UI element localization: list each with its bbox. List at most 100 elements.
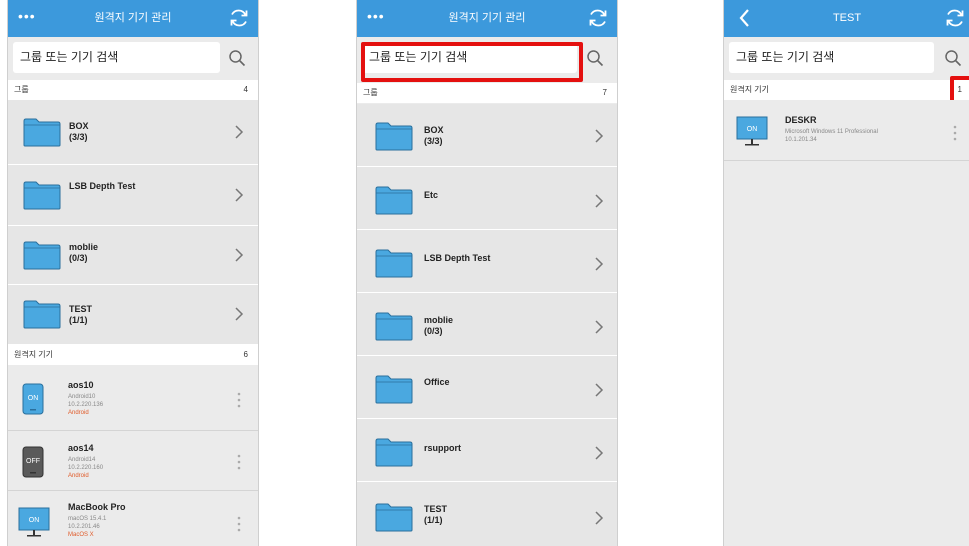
device-row-aos10[interactable]: ON aos10 Android10 10.2.220.136 Android xyxy=(8,366,258,431)
search-bar: 그룹 또는 기기 검색 xyxy=(8,37,258,80)
devices-section-header: 원격지 기기 1 xyxy=(724,80,969,100)
group-row-rsupport[interactable]: rsupport xyxy=(357,419,617,482)
chevron-right-icon xyxy=(594,129,604,143)
panel-group-search-highlight: ••• 원격지 기기 관리 그룹 또는 기기 검색 그룹 7 BOX (3/3)… xyxy=(356,0,618,546)
device-row-aos14[interactable]: OFF aos14 Android14 10.2.220.160 Android xyxy=(8,431,258,491)
device-os: Android14 xyxy=(68,457,96,463)
device-status-text: OFF xyxy=(26,458,40,465)
groups-section-label: 그룹 xyxy=(363,88,378,97)
folder-icon xyxy=(375,185,413,215)
panel-test-group-devices: TEST 그룹 또는 기기 검색 원격지 기기 1 ON DESKR Micro… xyxy=(723,0,969,546)
groups-section-header: 그룹 4 xyxy=(8,80,258,100)
search-icon[interactable] xyxy=(228,49,246,67)
group-name: LSB Depth Test xyxy=(69,181,136,191)
group-row-lsb-depth-test[interactable]: LSB Depth Test xyxy=(8,165,258,226)
group-name: moblie xyxy=(69,242,99,252)
chevron-right-icon xyxy=(234,188,244,202)
search-input[interactable]: 그룹 또는 기기 검색 xyxy=(13,42,220,73)
chevron-right-icon xyxy=(594,320,604,334)
more-options-icon[interactable] xyxy=(237,453,241,471)
refresh-icon[interactable] xyxy=(228,7,250,29)
device-status-text: ON xyxy=(28,395,39,402)
group-row-test[interactable]: TEST (1/1) xyxy=(8,285,258,345)
group-row-box[interactable]: BOX (3/3) xyxy=(8,100,258,165)
chevron-right-icon xyxy=(594,446,604,460)
group-count: (0/3) xyxy=(424,326,443,336)
group-name: moblie xyxy=(424,315,454,325)
device-name: aos14 xyxy=(68,443,94,453)
folder-icon xyxy=(375,311,413,341)
groups-count: 7 xyxy=(602,88,607,97)
groups-count: 4 xyxy=(243,85,248,94)
more-options-icon[interactable] xyxy=(953,124,957,142)
page-title: 원격지 기기 관리 xyxy=(94,12,172,24)
device-name: MacBook Pro xyxy=(68,502,126,512)
group-row-etc[interactable]: Etc xyxy=(357,167,617,230)
folder-icon xyxy=(23,180,61,210)
folder-icon xyxy=(23,117,61,147)
chevron-right-icon xyxy=(234,125,244,139)
device-ip: 10.2.220.136 xyxy=(68,402,104,408)
folder-icon xyxy=(23,299,61,329)
group-name: TEST xyxy=(69,304,93,314)
group-row-test[interactable]: TEST (1/1) xyxy=(357,482,617,546)
device-row-macbook-pro[interactable]: ON MacBook Pro macOS 15.4.1 10.2.201.46 … xyxy=(8,491,258,546)
device-row-deskr[interactable]: ON DESKR Microsoft Windows 11 Profession… xyxy=(724,100,969,161)
group-name: Office xyxy=(424,377,450,387)
folder-icon xyxy=(375,121,413,151)
phone-on-icon: ON xyxy=(22,383,44,415)
folder-icon xyxy=(375,502,413,532)
search-input[interactable]: 그룹 또는 기기 검색 xyxy=(729,42,934,73)
search-placeholder: 그룹 또는 기기 검색 xyxy=(736,50,835,64)
monitor-on-icon: ON xyxy=(736,116,768,146)
folder-icon xyxy=(23,240,61,270)
group-name: rsupport xyxy=(424,443,461,453)
device-ip: 10.2.201.46 xyxy=(68,524,100,530)
device-platform: Android xyxy=(68,410,89,416)
chevron-right-icon xyxy=(234,248,244,262)
device-name: DESKR xyxy=(785,115,817,125)
app-bar: ••• 원격지 기기 관리 xyxy=(8,0,258,37)
panel-remote-device-management: ••• 원격지 기기 관리 그룹 또는 기기 검색 그룹 4 BOX (3/3)… xyxy=(7,0,259,546)
device-platform: MacOS X xyxy=(68,532,94,538)
search-bar: 그룹 또는 기기 검색 xyxy=(724,37,969,80)
search-icon[interactable] xyxy=(944,49,962,67)
group-name: TEST xyxy=(424,504,448,514)
refresh-icon[interactable] xyxy=(587,7,609,29)
group-row-office[interactable]: Office xyxy=(357,356,617,419)
page-title: 원격지 기기 관리 xyxy=(448,12,526,24)
folder-icon xyxy=(375,248,413,278)
device-ip: 10.1.201.34 xyxy=(785,137,817,143)
group-row-box[interactable]: BOX (3/3) xyxy=(357,104,617,167)
group-name: LSB Depth Test xyxy=(424,253,491,263)
phone-off-icon: OFF xyxy=(22,446,44,478)
group-row-lsb-depth-test[interactable]: LSB Depth Test xyxy=(357,230,617,293)
monitor-on-icon: ON xyxy=(18,507,50,537)
group-name: Etc xyxy=(424,190,439,200)
page-title: TEST xyxy=(832,12,862,24)
refresh-icon[interactable] xyxy=(944,7,966,29)
group-row-moblie[interactable]: moblie (0/3) xyxy=(8,226,258,285)
devices-section-label: 원격지 기기 xyxy=(14,350,54,359)
more-options-icon[interactable] xyxy=(237,391,241,409)
group-name: BOX xyxy=(69,121,89,131)
device-os: macOS 15.4.1 xyxy=(68,516,107,522)
group-count: (3/3) xyxy=(69,132,88,142)
chevron-right-icon xyxy=(594,511,604,525)
group-count: (0/3) xyxy=(69,253,88,263)
folder-icon xyxy=(375,374,413,404)
device-status-text: ON xyxy=(29,517,40,524)
device-os: Microsoft Windows 11 Professional xyxy=(785,129,878,135)
device-os: Android10 xyxy=(68,394,96,400)
groups-section-header: 그룹 7 xyxy=(357,83,617,103)
groups-section-label: 그룹 xyxy=(14,85,29,94)
search-icon[interactable] xyxy=(586,49,604,67)
chevron-right-icon xyxy=(594,194,604,208)
more-options-icon[interactable] xyxy=(237,515,241,533)
chevron-right-icon xyxy=(234,307,244,321)
search-highlight-box xyxy=(361,42,583,82)
device-status-text: ON xyxy=(747,126,758,133)
group-count: (3/3) xyxy=(424,136,443,146)
device-name: aos10 xyxy=(68,380,94,390)
group-row-moblie[interactable]: moblie (0/3) xyxy=(357,293,617,356)
